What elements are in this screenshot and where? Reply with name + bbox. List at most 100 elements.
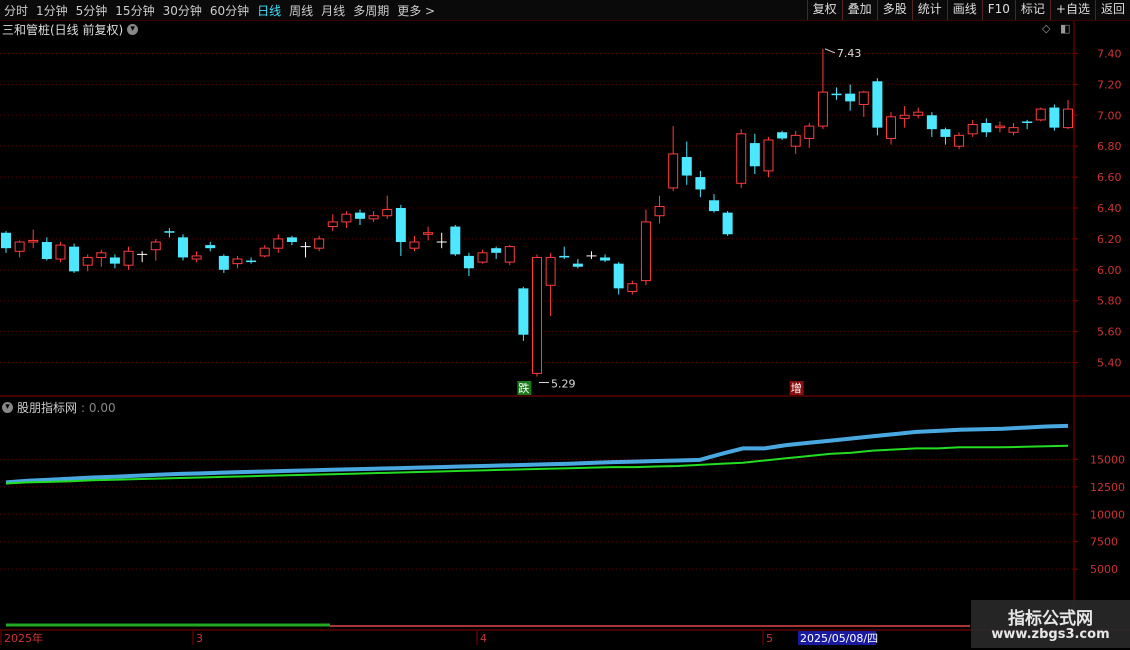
candle-body (355, 212, 365, 219)
price-tick-label: 6.60 (1097, 171, 1122, 184)
chart-canvas[interactable]: 7.40 7.20 7.00 6.80 6.60 6.40 6.20 6.00 5.80 5.60… (0, 0, 1130, 650)
candle (926, 112, 937, 137)
candle-body (82, 256, 93, 266)
candle-body (736, 133, 747, 184)
candle (382, 195, 393, 219)
candle (763, 136, 774, 178)
watermark-title: 指标公式网 (1008, 609, 1093, 629)
candle-body (259, 247, 270, 257)
indicator-axis: 15000 12500 10000 7500 5000 (1074, 453, 1125, 576)
candle (586, 251, 597, 259)
candle-body (314, 238, 325, 249)
price-tick-label: 7.20 (1097, 78, 1122, 91)
candle-body (218, 255, 229, 270)
candle-body (341, 213, 352, 223)
candle-body (831, 93, 842, 96)
candle (831, 87, 842, 100)
candle (777, 130, 788, 140)
candle (300, 242, 311, 258)
candle (423, 226, 434, 241)
candle-body (109, 257, 120, 264)
price-tick-label: 7.40 (1097, 47, 1122, 60)
price-axis: 7.40 7.20 7.00 6.80 6.60 6.40 6.20 6.00 5.80 5.60… (1074, 47, 1122, 370)
candle (150, 238, 161, 261)
candle (82, 254, 93, 272)
candle-body (600, 257, 611, 261)
candle (532, 254, 542, 377)
indicator-tick-label: 7500 (1090, 536, 1118, 549)
candle (817, 48, 828, 130)
candle (123, 246, 134, 270)
time-tick-label: 4 (480, 632, 487, 645)
candle (709, 194, 719, 213)
indicator-tick-label: 10000 (1090, 508, 1125, 521)
candle (1008, 123, 1019, 136)
time-tick-label: 5 (766, 632, 773, 645)
price-tick-label: 5.60 (1097, 326, 1122, 339)
candle (96, 249, 107, 267)
candle-body (532, 256, 542, 374)
chevron-down-icon[interactable]: ▾ (2, 402, 13, 413)
candle-body (450, 226, 461, 255)
candle-body (994, 125, 1005, 129)
candle-body (191, 255, 202, 260)
candle (654, 195, 665, 224)
candle-body (899, 114, 910, 119)
candle (41, 237, 52, 261)
candle-body (790, 134, 801, 147)
candle (436, 232, 447, 249)
candle-body (205, 245, 216, 249)
candle (981, 118, 992, 137)
candle-body (504, 246, 515, 263)
candle-body (409, 241, 420, 249)
candle (1049, 104, 1060, 131)
candle-body (463, 255, 474, 269)
candle-body (1063, 108, 1073, 129)
candle-body (164, 231, 175, 233)
candle-body (1, 232, 11, 249)
candle (790, 130, 801, 154)
candle (450, 225, 461, 256)
candle (463, 252, 474, 276)
candle (722, 211, 733, 236)
watermark-url: www.zbgs3.com (991, 627, 1110, 642)
high-label: 7.43 (837, 47, 862, 60)
candle (273, 234, 284, 253)
candle-body (14, 241, 25, 252)
candle-body (777, 132, 788, 139)
candle-body (395, 208, 406, 242)
candle (668, 126, 679, 191)
price-tick-label: 6.40 (1097, 202, 1122, 215)
candle-body (695, 177, 706, 190)
watermark: 指标公式网 www.zbgs3.com (971, 600, 1130, 648)
candle (232, 255, 243, 269)
candle-body (722, 212, 733, 235)
indicator-tick-label: 15000 (1090, 453, 1125, 466)
price-tick-label: 5.40 (1097, 357, 1122, 370)
candle-body (150, 241, 161, 251)
candle-body (709, 200, 719, 212)
candle-body (55, 244, 66, 260)
candle (314, 235, 325, 252)
candle-body (232, 258, 243, 265)
candle (355, 209, 365, 225)
candle-body (178, 237, 188, 258)
candle-body (872, 81, 883, 128)
candle-body (286, 237, 297, 242)
candle (749, 133, 760, 174)
candle (640, 209, 651, 286)
price-tick-label: 7.00 (1097, 109, 1122, 122)
candle-body (804, 125, 815, 139)
candle (368, 211, 379, 222)
candle (954, 132, 965, 150)
candle (872, 78, 883, 136)
candle-body (913, 111, 924, 116)
price-tick-label: 6.80 (1097, 140, 1122, 153)
candle (477, 249, 488, 264)
candle-body (273, 238, 284, 249)
candle-body (1022, 121, 1033, 123)
candle-body (368, 215, 379, 220)
low-label: 5.29 (551, 377, 576, 390)
candle-body (749, 143, 760, 167)
candle (804, 123, 815, 148)
